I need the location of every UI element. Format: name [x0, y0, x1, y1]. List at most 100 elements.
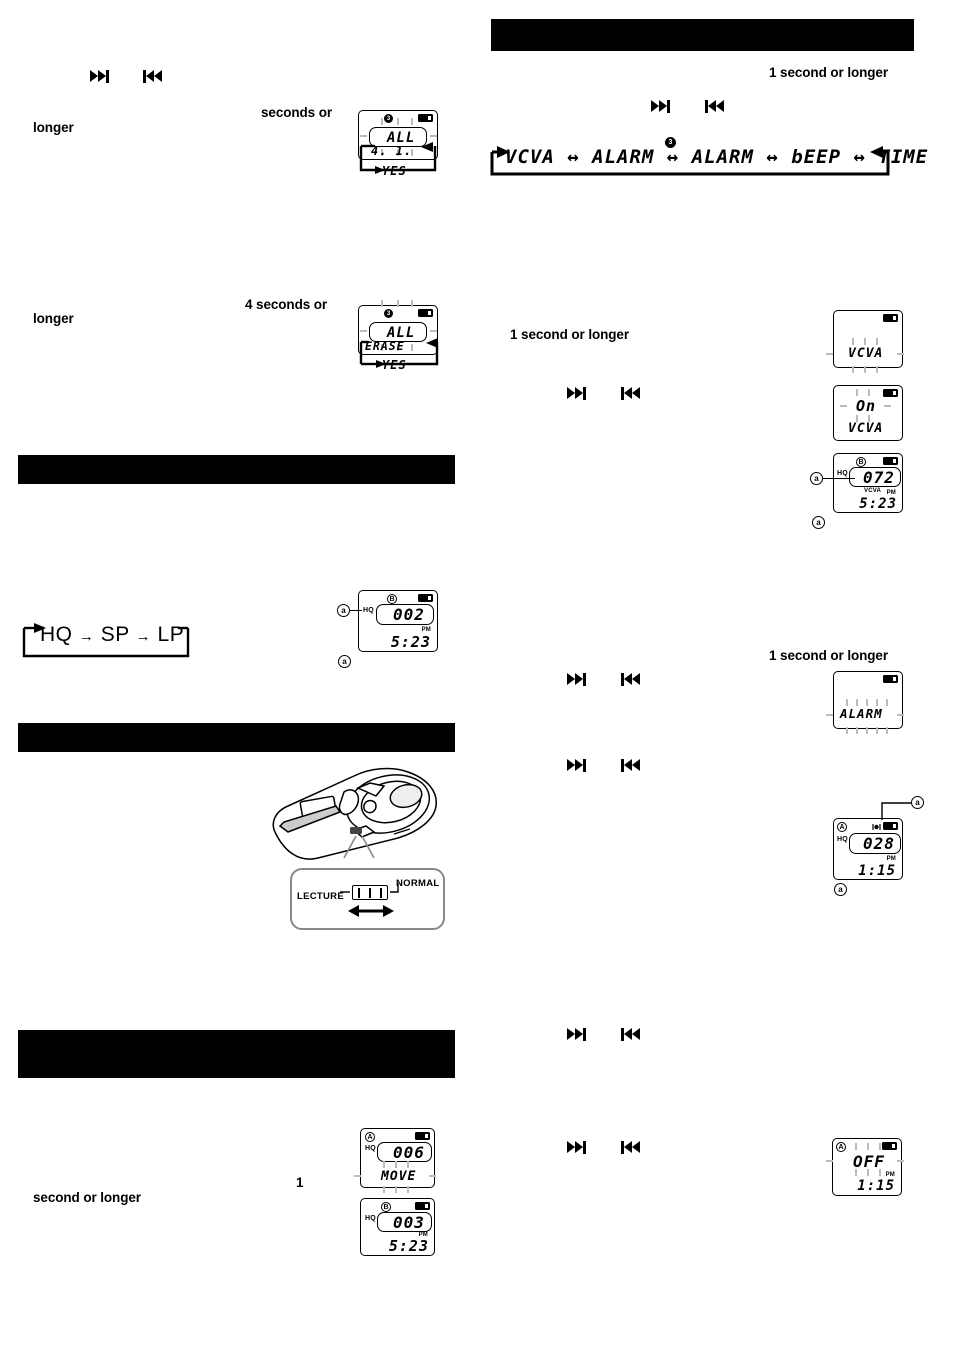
end-bar-icon	[583, 386, 586, 400]
fast-forward-button-3[interactable]	[567, 386, 586, 400]
blink-ray	[866, 699, 868, 706]
play-triangle-icon	[575, 1028, 583, 1040]
clock-value: 5:23	[390, 633, 431, 651]
callout-a-marker: a	[337, 604, 350, 617]
clock-value: 5:23	[388, 1237, 429, 1255]
hq-indicator: HQ	[837, 470, 848, 477]
battery-icon	[415, 1132, 430, 1140]
file-number-value: 072	[863, 468, 895, 487]
rewind-button-4[interactable]	[621, 672, 640, 686]
fast-forward-button-5[interactable]	[567, 758, 586, 772]
fast-forward-button-6[interactable]	[567, 1027, 586, 1041]
blink-ray	[864, 338, 866, 345]
hq-indicator: HQ	[363, 607, 374, 614]
blink-ray	[856, 699, 858, 706]
blink-ray	[381, 300, 383, 307]
play-triangle-icon	[632, 1141, 640, 1153]
play-triangle-icon	[575, 387, 583, 399]
caption-second-or-longer: second or longer	[33, 1190, 141, 1205]
battery-icon	[418, 309, 433, 317]
blink-ray	[381, 118, 383, 125]
erase-loop-arrows	[359, 142, 437, 174]
blink-ray	[867, 1143, 869, 1150]
battery-icon	[418, 114, 433, 122]
caption-1-second-or-longer-menu: 1 second or longer	[769, 65, 888, 80]
rewind-button-5[interactable]	[621, 758, 640, 772]
end-bar-icon	[106, 69, 109, 83]
play-triangle-icon	[154, 70, 162, 82]
battery-icon	[883, 314, 898, 322]
blink-ray	[886, 727, 888, 734]
blink-ray	[354, 1175, 361, 1177]
blink-ray	[864, 366, 866, 373]
blink-ray	[876, 727, 878, 734]
play-triangle-icon	[575, 759, 583, 771]
end-bar-icon	[583, 1027, 586, 1041]
blink-ray	[855, 1169, 857, 1176]
blink-ray	[876, 338, 878, 345]
blink-ray	[884, 405, 891, 407]
hq-indicator: HQ	[837, 836, 848, 843]
folder-b-icon: B	[387, 594, 397, 604]
battery-icon	[883, 389, 898, 397]
caption-longer-2: longer	[33, 311, 74, 326]
folder-b-icon: B	[381, 1202, 391, 1212]
blink-ray	[430, 330, 437, 332]
vcva-menu-display: VCVA	[826, 310, 904, 373]
caption-seconds-or: seconds or	[261, 105, 333, 120]
play-triangle-icon	[624, 759, 632, 771]
manual-page: seconds or longer 3 ALL 4. 1. YES 4 seco…	[0, 0, 954, 1351]
alarm-main-text: ALARM	[840, 706, 883, 721]
callout-leader-line	[350, 610, 362, 612]
blink-ray	[852, 338, 854, 345]
end-bar-icon	[583, 672, 586, 686]
blink-ray	[846, 727, 848, 734]
badge-3-icon: 3	[384, 114, 393, 123]
play-triangle-icon	[567, 1141, 575, 1153]
file-number-value: 002	[393, 605, 425, 624]
battery-icon	[415, 1202, 430, 1210]
play-triangle-icon	[651, 100, 659, 112]
blink-ray	[411, 300, 413, 307]
blink-ray	[430, 135, 437, 137]
battery-icon	[418, 594, 433, 602]
blink-ray	[383, 1161, 385, 1168]
callout-leader-alarm	[881, 802, 912, 820]
blink-ray	[866, 727, 868, 734]
fast-forward-button-1[interactable]	[90, 69, 109, 83]
folder-a-icon: A	[837, 822, 847, 832]
blink-ray	[886, 699, 888, 706]
fast-forward-button-2[interactable]	[651, 99, 670, 113]
blink-ray	[897, 714, 904, 716]
move-main-text: MOVE	[381, 1169, 417, 1184]
menu-chain-loop	[490, 146, 890, 176]
blink-ray	[876, 366, 878, 373]
folder-a-icon: A	[365, 1132, 375, 1142]
alarm-off-display: A OFF PM 1:15	[826, 1138, 904, 1196]
rewind-button-6[interactable]	[621, 1027, 640, 1041]
rewind-button-1[interactable]	[143, 69, 162, 83]
fast-forward-button-7[interactable]	[567, 1140, 586, 1154]
fast-forward-button-4[interactable]	[567, 672, 586, 686]
play-triangle-icon	[567, 1028, 575, 1040]
section-header-bar-menu-mode	[491, 19, 914, 51]
callout-leader-line	[823, 478, 855, 480]
move-destination-display: B HQ 003 PM 5:23	[360, 1198, 435, 1256]
file-number-value: 003	[393, 1213, 425, 1232]
blink-ray	[407, 1186, 409, 1193]
rewind-button-2[interactable]	[705, 99, 724, 113]
rewind-button-7[interactable]	[621, 1140, 640, 1154]
recording-mode-loop	[22, 623, 190, 658]
hq-indicator: HQ	[365, 1215, 376, 1222]
blink-ray	[395, 1186, 397, 1193]
rewind-button-3[interactable]	[621, 386, 640, 400]
play-triangle-icon	[98, 70, 106, 82]
blink-ray	[856, 727, 858, 734]
blink-ray	[383, 1186, 385, 1193]
erase-all-loop-arrows	[359, 338, 439, 368]
pm-indicator: PM	[886, 856, 896, 862]
folder-b-icon: B	[856, 457, 866, 467]
alarm-set-display: A HQ 028 PM 1:15	[833, 818, 903, 880]
recorder-illustration	[272, 767, 437, 860]
vcva-active-display: B HQ 072 VCVA PM 5:23	[833, 453, 903, 513]
